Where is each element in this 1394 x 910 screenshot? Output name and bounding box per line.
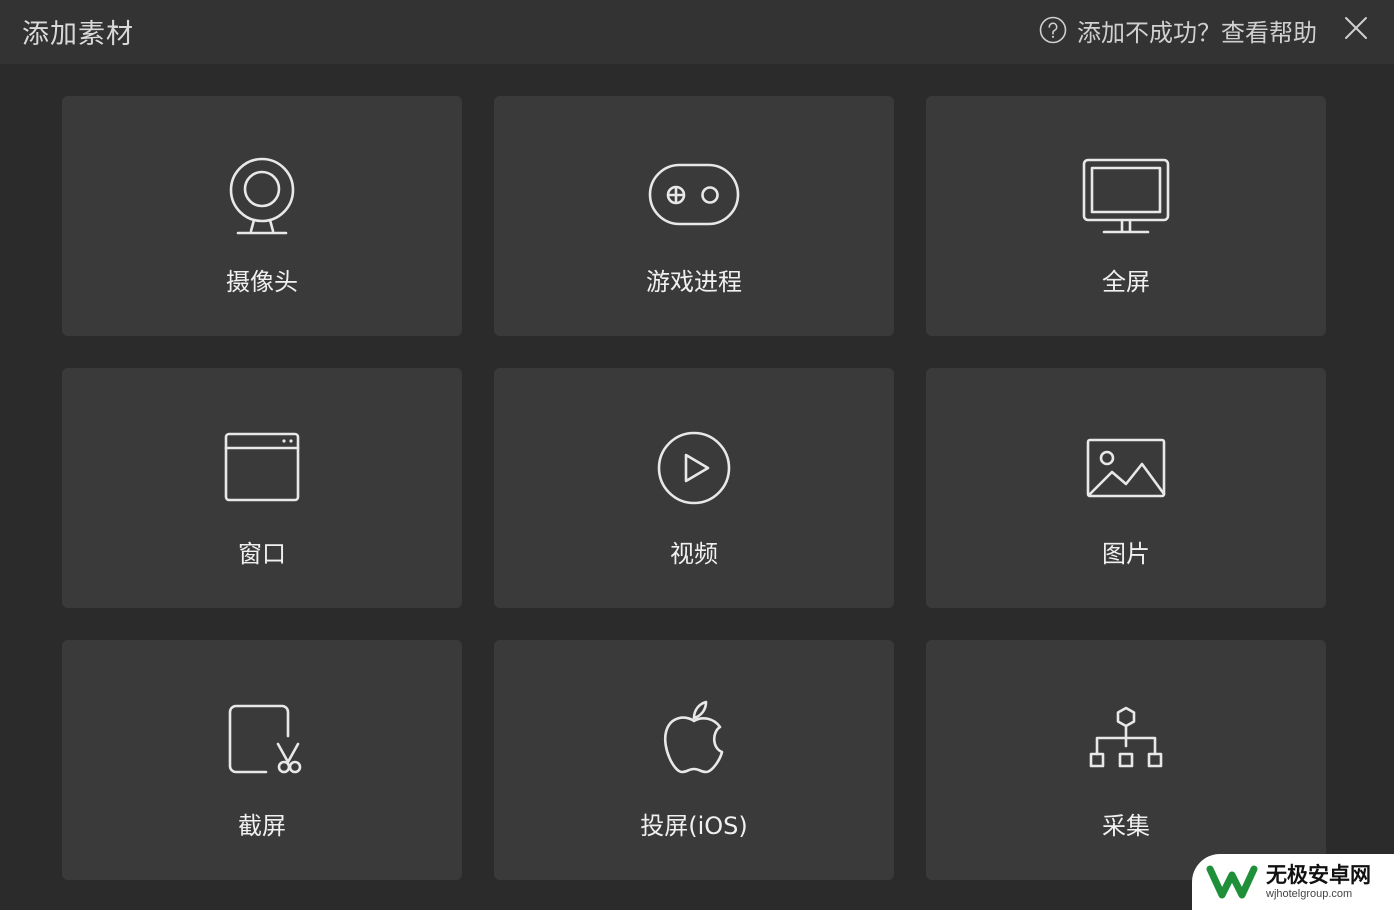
dialog-title: 添加素材 xyxy=(22,19,134,50)
help-text: 添加不成功？查看帮助 xyxy=(1077,18,1317,47)
tile-video[interactable]: 视频 xyxy=(494,368,894,608)
gamepad-icon xyxy=(648,163,740,226)
tile-ios-mirror[interactable]: 投屏(iOS) xyxy=(494,640,894,880)
apple-icon xyxy=(663,700,724,774)
tile-label: 图片 xyxy=(1102,540,1150,568)
watermark: 无极安卓网 wjhotelgroup.com xyxy=(1192,854,1394,910)
tile-label: 摄像头 xyxy=(226,268,298,296)
tile-capture[interactable]: 采集 xyxy=(926,640,1326,880)
tile-fullscreen[interactable]: 全屏 xyxy=(926,96,1326,336)
title-bar: 添加素材 添加不成功？查看帮助 xyxy=(0,0,1394,64)
tile-screenshot[interactable]: 截屏 xyxy=(62,640,462,880)
image-icon xyxy=(1086,438,1166,498)
watermark-url: wjhotelgroup.com xyxy=(1266,888,1353,900)
tile-webcam[interactable]: 摄像头 xyxy=(62,96,462,336)
question-circle-icon xyxy=(1039,16,1067,44)
close-icon[interactable] xyxy=(1342,14,1370,42)
watermark-text: 无极安卓网 xyxy=(1266,863,1371,887)
tile-label: 采集 xyxy=(1102,812,1150,840)
hierarchy-icon xyxy=(1089,706,1163,768)
tile-image[interactable]: 图片 xyxy=(926,368,1326,608)
help-link[interactable]: 添加不成功？查看帮助 xyxy=(1039,14,1317,47)
tile-label: 游戏进程 xyxy=(646,268,742,296)
webcam-icon xyxy=(229,157,295,235)
tile-label: 投屏(iOS) xyxy=(640,812,748,840)
tile-label: 视频 xyxy=(670,540,718,568)
screenshot-scissors-icon xyxy=(228,704,302,774)
window-icon xyxy=(224,432,300,502)
tile-label: 窗口 xyxy=(238,540,286,568)
tile-label: 全屏 xyxy=(1102,268,1150,296)
tile-label: 截屏 xyxy=(238,812,286,840)
source-grid: 摄像头 游戏进程 全屏 窗口 视频 图片 截屏 投屏(iOS) 采集 xyxy=(62,96,1326,880)
watermark-logo-icon xyxy=(1206,865,1258,899)
play-circle-icon xyxy=(657,431,731,505)
tile-window[interactable]: 窗口 xyxy=(62,368,462,608)
tile-game-process[interactable]: 游戏进程 xyxy=(494,96,894,336)
monitor-icon xyxy=(1082,158,1170,234)
